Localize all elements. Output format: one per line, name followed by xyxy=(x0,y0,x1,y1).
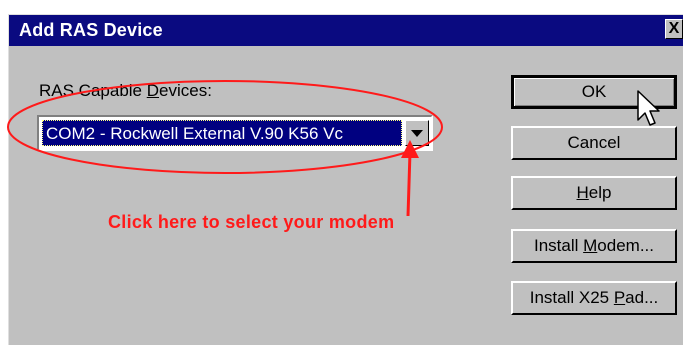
cancel-button[interactable]: Cancel xyxy=(511,126,677,160)
install-x25-pad-button[interactable]: Install X25 Pad... xyxy=(511,281,677,315)
annotation-text: Click here to select your modem xyxy=(108,212,395,232)
annotation-arrow xyxy=(401,140,419,217)
install-modem-button[interactable]: Install Modem... xyxy=(511,229,677,263)
title-bar[interactable]: Add RAS Device xyxy=(9,15,683,46)
help-button[interactable]: Help xyxy=(511,176,677,210)
add-ras-device-dialog: Add RAS Device RAS Capable Devices: COM2… xyxy=(8,14,683,345)
dialog-title: Add RAS Device xyxy=(19,20,163,40)
close-icon[interactable]: X xyxy=(665,19,683,39)
highlight-ellipse xyxy=(7,80,443,174)
mouse-pointer-icon xyxy=(637,90,660,126)
